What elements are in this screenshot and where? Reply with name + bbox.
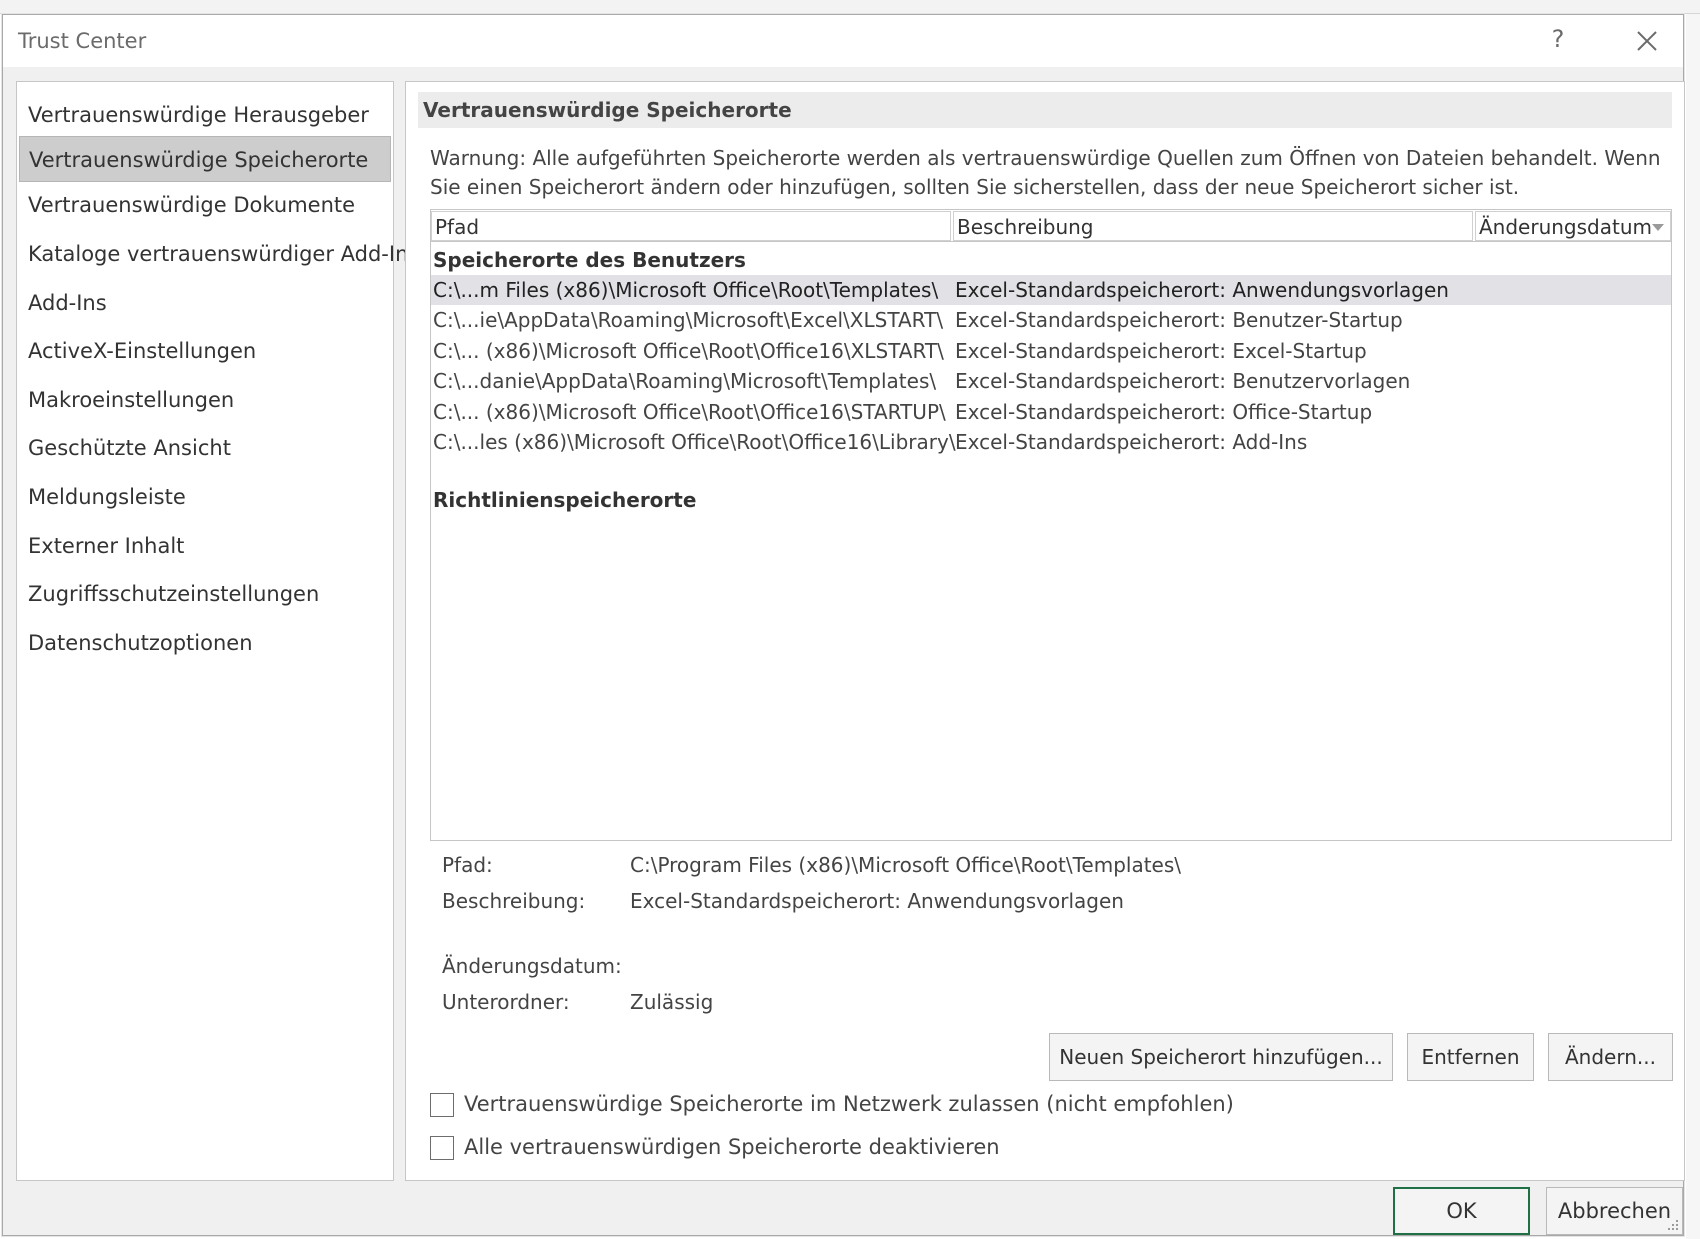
table-row[interactable]: C:\... (x86)\Microsoft Office\Root\Offic…: [431, 397, 1671, 427]
locations-table: Pfad Beschreibung Änderungsdatum Speiche…: [430, 209, 1672, 841]
nav-item-macro-settings[interactable]: Makroeinstellungen: [19, 377, 391, 423]
nav-item-protected-view[interactable]: Geschützte Ansicht: [19, 425, 391, 471]
description-detail-label: Beschreibung:: [442, 889, 586, 913]
table-header: Pfad Beschreibung Änderungsdatum: [431, 210, 1671, 242]
row-path: C:\... (x86)\Microsoft Office\Root\Offic…: [433, 400, 946, 424]
ribbon-strip: [0, 0, 1700, 14]
table-row[interactable]: C:\...m Files (x86)\Microsoft Office\Roo…: [431, 275, 1671, 305]
column-header-description[interactable]: Beschreibung: [953, 211, 1473, 241]
warning-text: Warnung: Alle aufgeführten Speicherorte …: [430, 146, 1661, 199]
add-location-button[interactable]: Neuen Speicherort hinzufügen...: [1049, 1033, 1393, 1081]
path-detail-value: C:\Program Files (x86)\Microsoft Office\…: [630, 853, 1182, 877]
nav-item-external-content[interactable]: Externer Inhalt: [19, 523, 391, 569]
disable-all-checkbox[interactable]: [430, 1136, 454, 1160]
table-row[interactable]: C:\...ie\AppData\Roaming\Microsoft\Excel…: [431, 305, 1671, 335]
dialog-title: Trust Center: [18, 29, 147, 53]
allow-network-checkbox[interactable]: [430, 1093, 454, 1117]
remove-button[interactable]: Entfernen: [1407, 1033, 1534, 1081]
row-path: C:\...ie\AppData\Roaming\Microsoft\Excel…: [433, 308, 944, 332]
cancel-button[interactable]: Abbrechen: [1546, 1187, 1683, 1235]
trusted-locations-panel: Vertrauenswürdige Speicherorte Warnung: …: [405, 81, 1685, 1181]
modified-detail-label: Änderungsdatum:: [442, 954, 622, 978]
nav-item-activex-settings[interactable]: ActiveX-Einstellungen: [19, 328, 391, 374]
description-detail-value: Excel-Standardspeicherort: Anwendungsvor…: [630, 889, 1124, 913]
column-header-modified[interactable]: Änderungsdatum: [1475, 211, 1671, 241]
subfolders-detail-value: Zulässig: [630, 990, 714, 1014]
table-row[interactable]: C:\...les (x86)\Microsoft Office\Root\Of…: [431, 427, 1671, 457]
nav-item-trusted-publishers[interactable]: Vertrauenswürdige Herausgeber: [19, 92, 391, 138]
row-path: C:\...danie\AppData\Roaming\Microsoft\Te…: [433, 369, 937, 393]
allow-network-label[interactable]: Vertrauenswürdige Speicherorte im Netzwe…: [464, 1092, 1234, 1116]
column-header-path[interactable]: Pfad: [431, 211, 951, 241]
ok-button[interactable]: OK: [1393, 1187, 1530, 1235]
close-icon: [1637, 31, 1657, 51]
row-description: Excel-Standardspeicherort: Excel-Startup: [955, 339, 1367, 363]
section-title: Vertrauenswürdige Speicherorte: [418, 92, 1672, 128]
nav-item-trusted-addin-catalogs[interactable]: Kataloge vertrauenswürdiger Add-Ins: [19, 231, 419, 277]
nav-item-trusted-documents[interactable]: Vertrauenswürdige Dokumente: [19, 182, 391, 228]
nav-item-file-block-settings[interactable]: Zugriffsschutzeinstellungen: [19, 571, 391, 617]
sheet-edge: [1686, 14, 1700, 1239]
user-locations-group-title: Speicherorte des Benutzers: [433, 248, 746, 272]
help-button[interactable]: ?: [1543, 25, 1573, 53]
category-nav: Vertrauenswürdige Herausgeber Vertrauens…: [16, 81, 419, 1181]
row-path: C:\...les (x86)\Microsoft Office\Root\Of…: [433, 430, 956, 454]
modify-button[interactable]: Ändern...: [1548, 1033, 1673, 1081]
row-path: C:\...m Files (x86)\Microsoft Office\Roo…: [433, 278, 939, 302]
path-detail-label: Pfad:: [442, 853, 493, 877]
table-row[interactable]: C:\... (x86)\Microsoft Office\Root\Offic…: [431, 336, 1671, 366]
trust-center-dialog: Trust Center ? Vertrauenswürdige Herausg…: [2, 14, 1685, 1236]
row-description: Excel-Standardspeicherort: Benutzervorla…: [955, 369, 1411, 393]
nav-item-addins[interactable]: Add-Ins: [19, 280, 391, 326]
title-bar: Trust Center ?: [3, 15, 1683, 67]
disable-all-label[interactable]: Alle vertrauenswürdigen Speicherorte dea…: [464, 1135, 1000, 1159]
nav-item-trusted-locations[interactable]: Vertrauenswürdige Speicherorte: [19, 136, 391, 182]
sort-arrow-icon: [1652, 224, 1664, 231]
nav-item-privacy-options[interactable]: Datenschutzoptionen: [19, 620, 391, 666]
close-button[interactable]: [1633, 27, 1661, 55]
policy-locations-group-title: Richtlinienspeicherorte: [433, 488, 697, 512]
row-description: Excel-Standardspeicherort: Benutzer-Star…: [955, 308, 1403, 332]
row-description: Excel-Standardspeicherort: Anwendungsvor…: [955, 278, 1449, 302]
row-description: Excel-Standardspeicherort: Add-Ins: [955, 430, 1308, 454]
table-row[interactable]: C:\...danie\AppData\Roaming\Microsoft\Te…: [431, 366, 1671, 396]
subfolders-detail-label: Unterordner:: [442, 990, 570, 1014]
resize-grip-icon[interactable]: [1667, 1219, 1679, 1231]
column-header-modified-label: Änderungsdatum: [1479, 215, 1652, 239]
row-description: Excel-Standardspeicherort: Office-Startu…: [955, 400, 1373, 424]
nav-item-message-bar[interactable]: Meldungsleiste: [19, 474, 391, 520]
row-path: C:\... (x86)\Microsoft Office\Root\Offic…: [433, 339, 944, 363]
